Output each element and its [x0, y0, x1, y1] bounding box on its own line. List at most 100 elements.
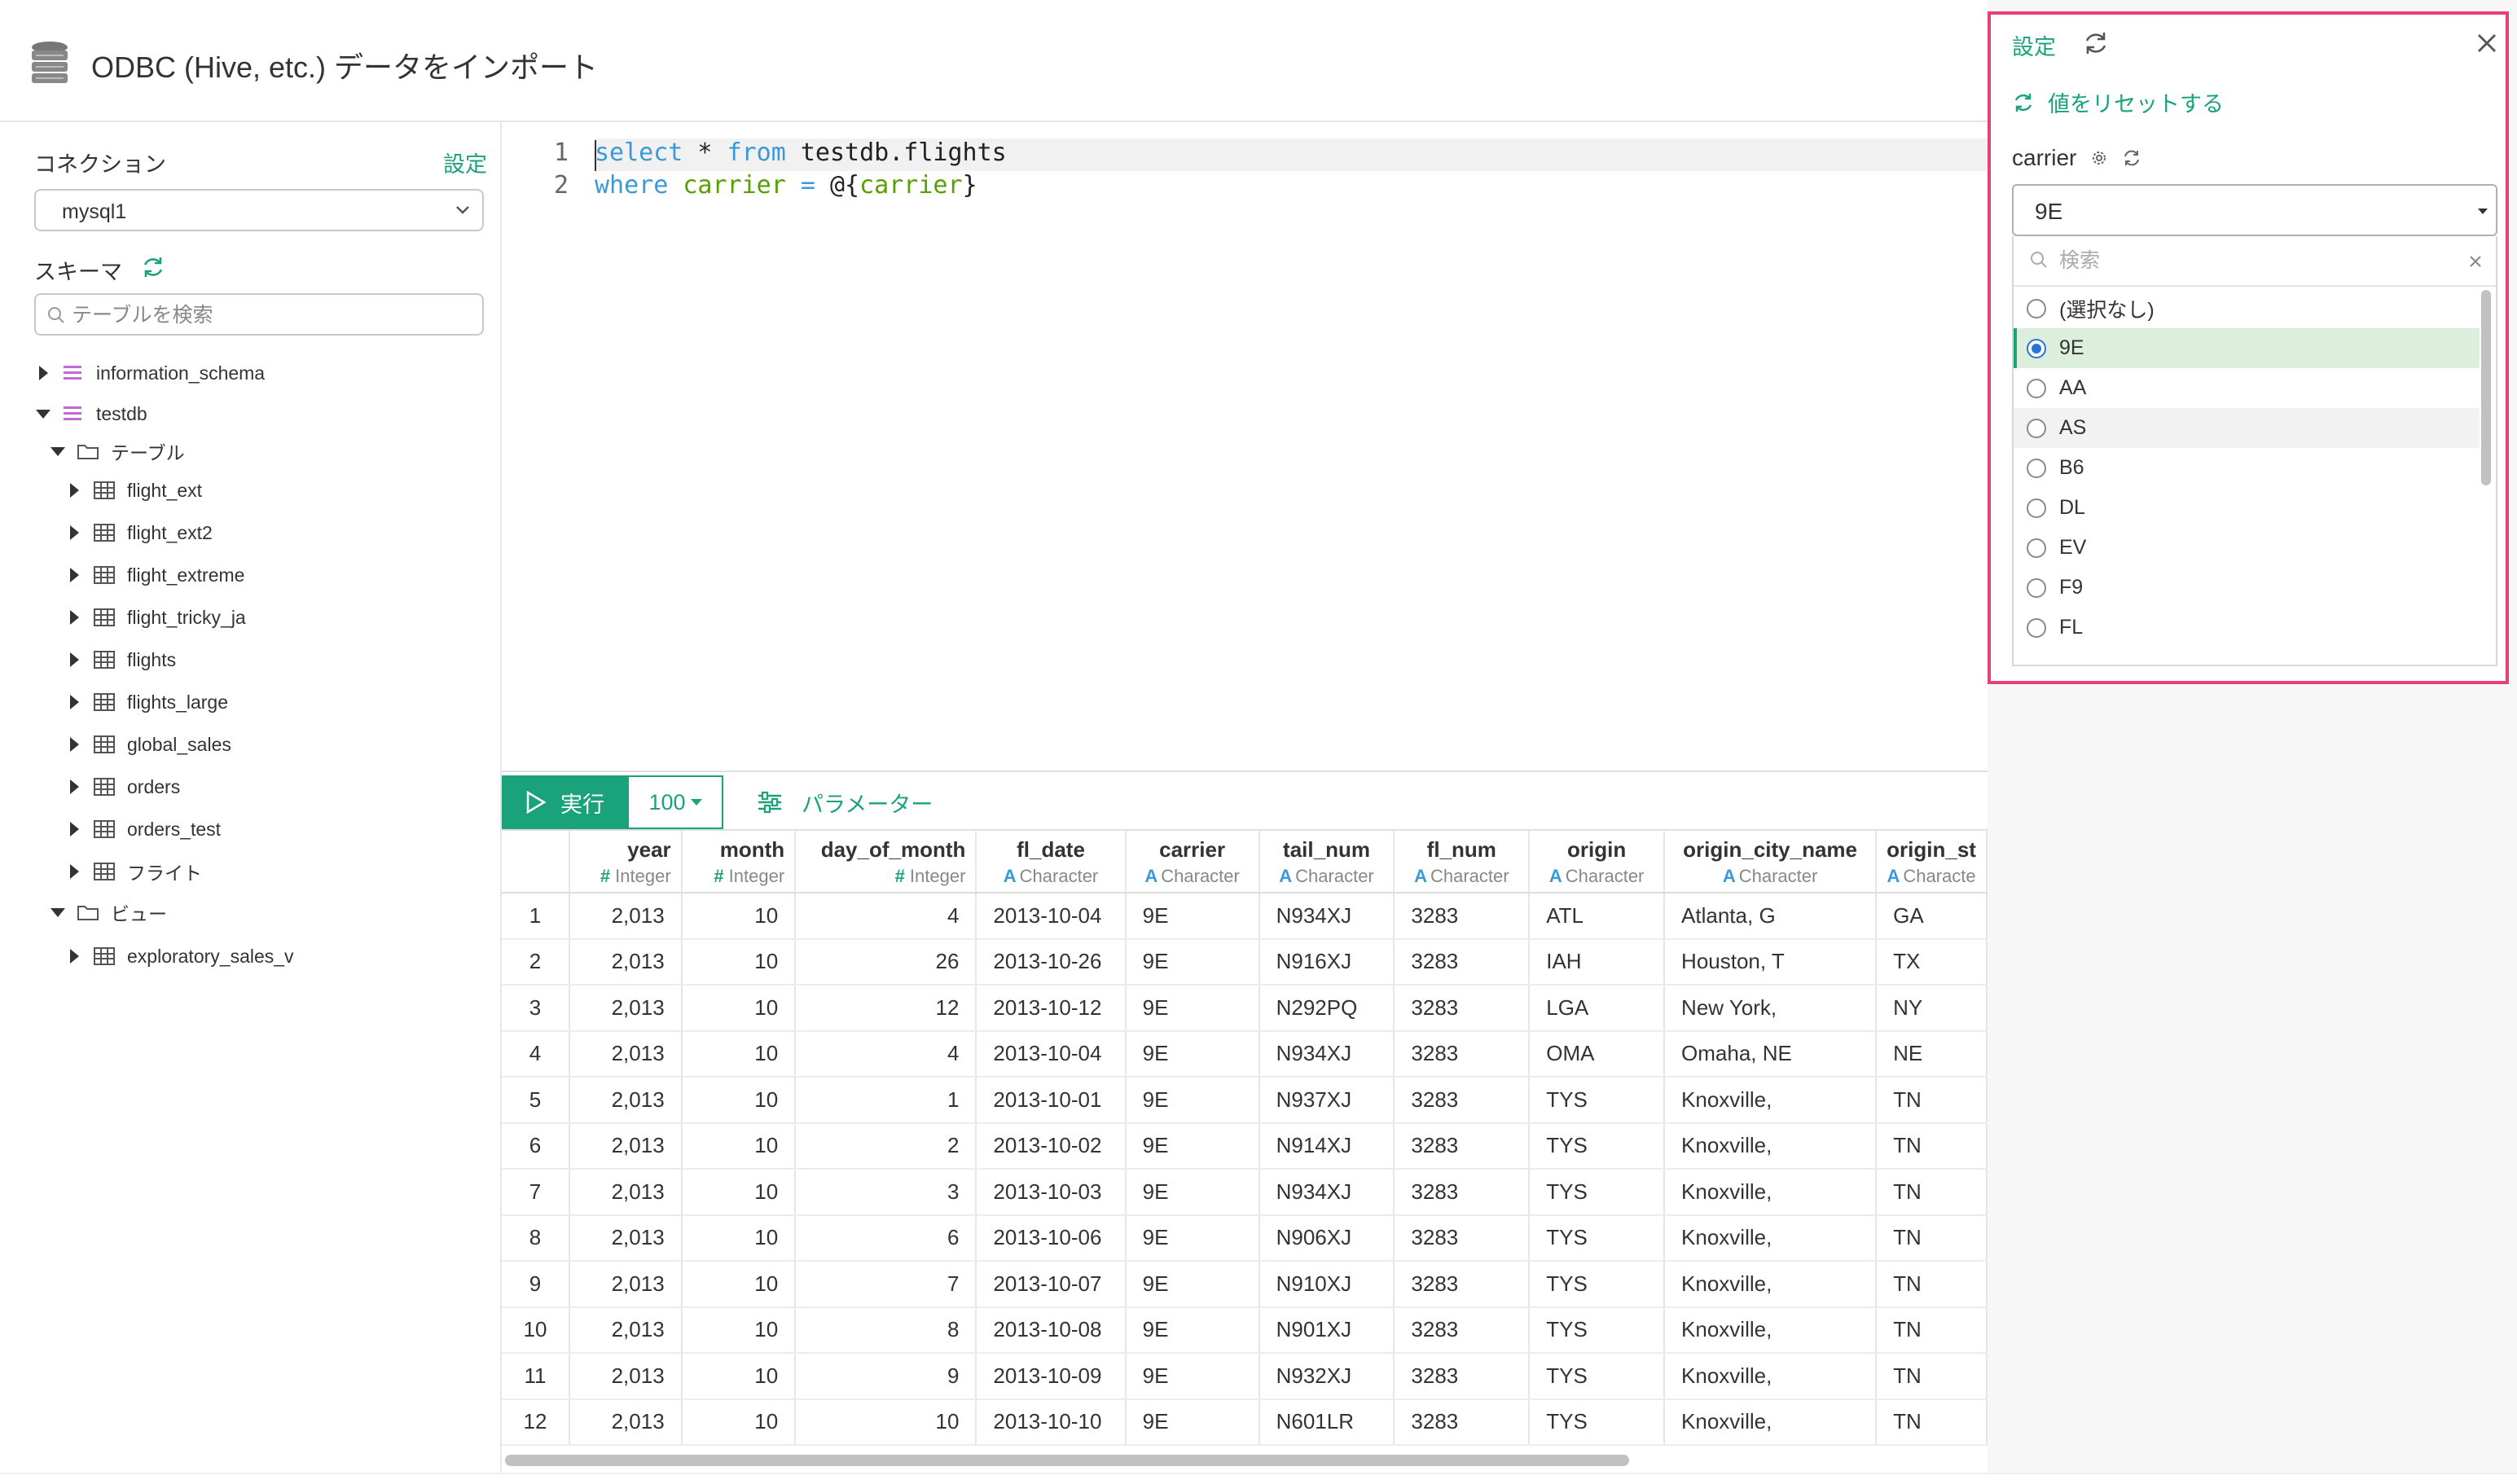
column-header[interactable]: year # Integer [569, 831, 683, 893]
option-item[interactable]: FL [2014, 608, 2480, 648]
options-search-input[interactable] [2059, 244, 2442, 277]
option-label: 9E [2059, 336, 2084, 359]
code-line[interactable]: where carrier = @{carrier} [595, 171, 977, 204]
tree-table-item[interactable]: global_sales [65, 728, 231, 761]
caret-right-icon[interactable] [65, 735, 83, 753]
table-search-input[interactable] [72, 301, 471, 329]
caret-right-icon[interactable] [65, 693, 83, 711]
tree-table-item[interactable]: flight_ext [65, 474, 202, 507]
tree-item-information-schema[interactable]: information_schema [34, 357, 265, 389]
table-row[interactable]: 11 2,013 10 9 2013-10-09 9E N932XJ 3283 TYS Knoxv… [502, 1353, 1988, 1400]
parameters-button[interactable]: パラメーター [756, 775, 933, 829]
table-row[interactable]: 2 2,013 10 26 2013-10-26 9E N916XJ 3283 IAH Houst… [502, 938, 1988, 986]
caret-down-icon[interactable] [49, 903, 67, 921]
table-row[interactable]: 10 2,013 10 8 2013-10-08 9E N901XJ 3283 TYS Knoxv… [502, 1306, 1988, 1354]
tree-table-item[interactable]: flights_large [65, 686, 228, 718]
caret-down-icon[interactable] [49, 442, 67, 460]
row-number-cell: 4 [502, 1030, 571, 1078]
results-grid[interactable]: year # Integer month # Integer day_of_month #… [502, 829, 1988, 1473]
option-item[interactable]: AS [2014, 408, 2480, 448]
table-row[interactable]: 12 2,013 10 10 2013-10-10 9E N601LR 3283 TYS Knox… [502, 1398, 1988, 1446]
caret-right-icon[interactable] [65, 481, 83, 499]
table-row[interactable]: 7 2,013 10 3 2013-10-03 9E N934XJ 3283 TYS Knoxvi… [502, 1169, 1988, 1216]
tree-view-item[interactable]: exploratory_sales_v [65, 940, 294, 973]
table-row[interactable]: 8 2,013 10 6 2013-10-06 9E N906XJ 3283 TYS Knoxvi… [502, 1214, 1988, 1262]
option-item-selected[interactable]: 9E [2014, 328, 2480, 368]
column-header[interactable]: origin A Character [1529, 831, 1666, 893]
row-limit-dropdown[interactable]: 100 [627, 775, 723, 829]
parameter-value-select[interactable]: 9E [2012, 184, 2497, 236]
connection-select[interactable]: mysql1 [34, 189, 484, 231]
run-button[interactable]: 実行 [502, 775, 627, 829]
radio-button[interactable] [2027, 498, 2046, 518]
option-item[interactable]: (選択なし) [2014, 288, 2480, 328]
clear-icon[interactable] [2466, 252, 2484, 270]
tree-table-item[interactable]: flights [65, 643, 176, 676]
gear-icon[interactable] [2089, 148, 2109, 168]
table-row[interactable]: 1 2,013 10 4 2013-10-04 9E N934XJ 3283 ATL Atlant… [502, 893, 1988, 940]
table-cell: 2013-10-08 [976, 1306, 1127, 1354]
table-row[interactable]: 6 2,013 10 2 2013-10-02 9E N914XJ 3283 TYS Knoxvi… [502, 1122, 1988, 1170]
tree-table-item[interactable]: flight_extreme [65, 559, 244, 591]
caret-right-icon[interactable] [65, 566, 83, 584]
column-type-label: Integer [909, 866, 966, 886]
column-header[interactable]: origin_st A Characte [1876, 831, 1988, 893]
radio-button[interactable] [2027, 617, 2046, 638]
tree-item-testdb[interactable]: testdb [34, 397, 147, 430]
column-header[interactable]: day_of_month # Integer [795, 831, 977, 893]
option-item[interactable]: EV [2014, 528, 2480, 568]
radio-button[interactable] [2027, 458, 2046, 478]
tree-table-item[interactable]: flight_tricky_ja [65, 601, 246, 634]
caret-down-icon[interactable] [34, 405, 52, 423]
radio-button[interactable] [2027, 378, 2046, 398]
panel-settings-link[interactable]: 設定 [2012, 29, 2056, 61]
column-header[interactable]: fl_date A Character [976, 831, 1127, 893]
table-row[interactable]: 5 2,013 10 1 2013-10-01 9E N937XJ 3283 TYS Knoxvi… [502, 1077, 1988, 1124]
table-row[interactable]: 3 2,013 10 12 2013-10-12 9E N292PQ 3283 LGA New Y… [502, 985, 1988, 1032]
refresh-icon[interactable] [2122, 148, 2141, 168]
horizontal-scrollbar[interactable] [505, 1455, 1629, 1466]
column-header[interactable]: fl_num A Character [1394, 831, 1531, 893]
radio-button[interactable] [2027, 577, 2046, 598]
search-icon [48, 307, 64, 323]
tree-table-item[interactable]: flight_ext2 [65, 516, 213, 549]
caret-right-icon[interactable] [65, 863, 83, 880]
column-header[interactable]: origin_city_name A Character [1664, 831, 1878, 893]
reset-values-link[interactable]: 値をリセットする [2012, 86, 2224, 118]
radio-button[interactable] [2027, 298, 2046, 318]
code-line[interactable]: select * from testdb.flights [595, 138, 1988, 171]
caret-right-icon[interactable] [65, 778, 83, 796]
caret-right-icon[interactable] [65, 947, 83, 965]
tree-table-item[interactable]: フライト [65, 855, 202, 888]
table-cell: 9E [1125, 938, 1260, 986]
table-icon [94, 524, 115, 542]
radio-button[interactable] [2027, 418, 2046, 438]
tree-folder-views[interactable]: ビュー [49, 896, 167, 929]
caret-right-icon[interactable] [65, 820, 83, 838]
option-item[interactable]: B6 [2014, 448, 2480, 488]
column-header[interactable]: carrier A Character [1125, 831, 1260, 893]
radio-button[interactable] [2027, 538, 2046, 558]
connection-settings-link[interactable]: 設定 [443, 147, 487, 178]
tree-table-item[interactable]: orders_test [65, 813, 221, 845]
caret-right-icon[interactable] [65, 524, 83, 542]
column-header[interactable]: month # Integer [681, 831, 797, 893]
table-cell: 10 [681, 1306, 797, 1354]
close-icon[interactable] [2471, 28, 2502, 59]
schema-refresh-icon[interactable] [140, 254, 166, 280]
sql-editor[interactable]: 1 2 select * from testdb.flights where c… [503, 122, 1988, 771]
table-row[interactable]: 4 2,013 10 4 2013-10-04 9E N934XJ 3283 OMA Omaha,… [502, 1030, 1988, 1078]
caret-right-icon[interactable] [65, 608, 83, 626]
tree-table-item[interactable]: orders [65, 771, 180, 803]
options-scrollbar[interactable] [2481, 290, 2491, 485]
refresh-icon[interactable] [2082, 29, 2110, 57]
column-header[interactable]: tail_num A Character [1258, 831, 1395, 893]
option-item[interactable]: F9 [2014, 568, 2480, 608]
caret-right-icon[interactable] [34, 364, 52, 382]
option-item[interactable]: AA [2014, 368, 2480, 408]
option-item[interactable]: DL [2014, 488, 2480, 528]
caret-right-icon[interactable] [65, 651, 83, 669]
table-row[interactable]: 9 2,013 10 7 2013-10-07 9E N910XJ 3283 TYS Knoxvi… [502, 1261, 1988, 1308]
tree-folder-tables[interactable]: テーブル [49, 435, 185, 468]
radio-button[interactable] [2027, 338, 2046, 358]
